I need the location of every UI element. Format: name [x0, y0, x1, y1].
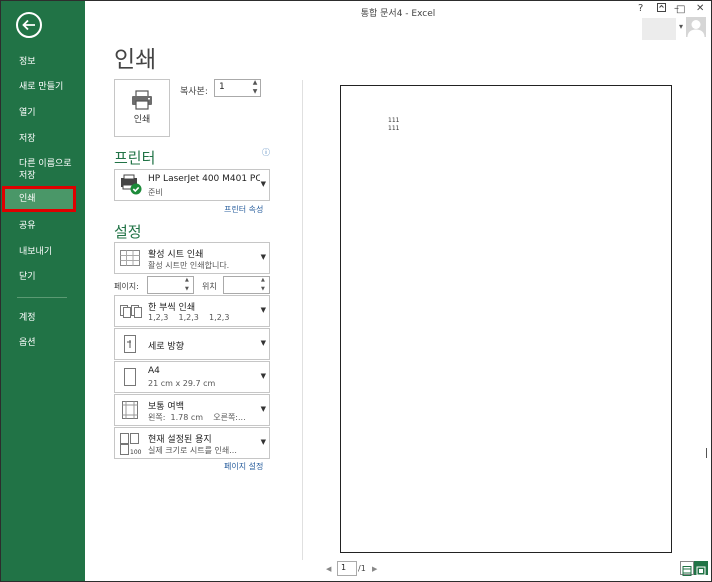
- collate-sub: 1,2,3 1,2,3 1,2,3: [148, 313, 230, 322]
- nav-close[interactable]: 닫기: [1, 271, 85, 283]
- paper-size-dropdown[interactable]: A4 21 cm x 29.7 cm ▼: [114, 361, 270, 393]
- margins-title: 보통 여백: [148, 402, 184, 412]
- paper-size-title: A4: [148, 366, 160, 376]
- print-preview-page: 111 111: [340, 85, 672, 553]
- preview-cell-text: 111: [388, 125, 400, 132]
- title-bar: 통합 문서4 - Excel: [85, 1, 711, 23]
- printer-icon: [132, 90, 152, 110]
- nav-share[interactable]: 공유: [1, 220, 85, 232]
- pages-from-up-icon[interactable]: ▲: [185, 277, 189, 283]
- ribbon-display-button[interactable]: [657, 3, 666, 15]
- pages-to-down-icon[interactable]: ▼: [261, 286, 265, 292]
- paper-size-sub: 21 cm x 29.7 cm: [148, 379, 216, 388]
- collate-title: 한 부씩 인쇄: [148, 303, 196, 313]
- back-button[interactable]: [16, 12, 42, 38]
- print-scope-title: 활성 시트 인쇄: [148, 250, 204, 260]
- printer-status: 준비: [148, 188, 163, 197]
- nav-save-as[interactable]: 다른 이름으로 저장: [1, 158, 85, 182]
- chevron-down-icon: ▼: [260, 339, 266, 347]
- printer-dropdown[interactable]: HP LaserJet 400 M401 PC... 준비 ▼: [114, 169, 270, 201]
- chevron-down-icon: ▼: [260, 438, 266, 446]
- margins-icon: [119, 399, 141, 425]
- previous-page-icon[interactable]: ◀: [326, 565, 331, 573]
- nav-info[interactable]: 정보: [1, 56, 85, 68]
- user-avatar-icon: [687, 20, 705, 37]
- margins-dropdown[interactable]: 보통 여백 왼쪽: 1.78 cm 오른쪽:... ▼: [114, 394, 270, 426]
- copies-down-icon[interactable]: ▼: [250, 88, 260, 95]
- print-scope-sub: 활성 시트만 인쇄합니다.: [148, 261, 230, 270]
- nav-account[interactable]: 계정: [1, 312, 85, 324]
- print-scope-dropdown[interactable]: 활성 시트 인쇄 활성 시트만 인쇄합니다. ▼: [114, 242, 270, 274]
- window-title: 통합 문서4 - Excel: [360, 9, 436, 19]
- scaling-sub: 실제 크기로 시트를 인쇄...: [148, 446, 237, 455]
- chevron-down-icon: ▼: [260, 253, 266, 261]
- account-caret-icon[interactable]: ▾: [679, 22, 683, 31]
- ribbon-display-icon: [657, 3, 666, 12]
- close-button[interactable]: ✕: [696, 3, 704, 14]
- copies-up-icon[interactable]: ▲: [250, 79, 260, 86]
- orientation-dropdown[interactable]: 세로 방향 ▼: [114, 328, 270, 360]
- collate-icon: [119, 300, 143, 326]
- margins-sub: 왼쪽: 1.78 cm 오른쪽:...: [148, 413, 246, 422]
- pane-divider: [302, 80, 303, 560]
- portrait-orientation-icon: [119, 333, 141, 359]
- next-page-icon[interactable]: ▶: [372, 565, 377, 573]
- account-name[interactable]: [642, 18, 676, 40]
- maximize-button[interactable]: □: [676, 4, 685, 15]
- nav-new[interactable]: 새로 만들기: [1, 81, 85, 93]
- nav-export[interactable]: 내보내기: [1, 246, 85, 258]
- help-button[interactable]: ?: [638, 3, 643, 14]
- zoom-to-page-button[interactable]: [694, 561, 708, 576]
- pages-label: 페이지:: [114, 282, 139, 291]
- sheet-grid-icon: [119, 247, 141, 273]
- pages-to-up-icon[interactable]: ▲: [261, 277, 265, 283]
- info-icon[interactable]: ⓘ: [262, 147, 270, 158]
- chevron-down-icon: ▼: [260, 405, 266, 413]
- pane-resize-handle[interactable]: [706, 448, 709, 458]
- copies-label: 복사본:: [180, 87, 208, 97]
- show-margins-button[interactable]: [680, 561, 694, 576]
- pages-to-label: 위치: [202, 282, 217, 291]
- pages-from-down-icon[interactable]: ▼: [185, 286, 189, 292]
- nav-open[interactable]: 열기: [1, 107, 85, 119]
- svg-text:100: 100: [130, 449, 142, 456]
- scaling-icon: 100: [119, 432, 143, 460]
- nav-options[interactable]: 옵션: [1, 337, 85, 349]
- scaling-title: 현재 설정된 용지: [148, 435, 212, 445]
- avatar[interactable]: [686, 17, 706, 37]
- printer-ready-icon: [119, 174, 143, 200]
- nav-print[interactable]: 인쇄: [2, 186, 76, 212]
- total-pages: /1: [358, 564, 366, 573]
- nav-separator: [17, 297, 67, 298]
- printer-name: HP LaserJet 400 M401 PC...: [148, 174, 260, 184]
- nav-save[interactable]: 저장: [1, 133, 85, 145]
- chevron-down-icon: ▼: [260, 306, 266, 314]
- print-button[interactable]: 인쇄: [114, 79, 170, 137]
- settings-heading: 설정: [114, 223, 142, 241]
- printer-heading: 프린터: [114, 149, 156, 167]
- collate-dropdown[interactable]: 한 부씩 인쇄 1,2,3 1,2,3 1,2,3 ▼: [114, 295, 270, 327]
- zoom-to-page-icon: [696, 566, 706, 576]
- print-button-label: 인쇄: [133, 115, 151, 125]
- printer-properties-link[interactable]: 프린터 속성: [224, 204, 263, 215]
- show-margins-icon: [682, 566, 692, 576]
- page-title: 인쇄: [114, 47, 157, 73]
- backstage-sidebar: 정보 새로 만들기 열기 저장 다른 이름으로 저장 인쇄 공유 내보내기 닫기…: [1, 1, 85, 581]
- chevron-down-icon: ▼: [260, 180, 266, 188]
- orientation-title: 세로 방향: [148, 342, 184, 352]
- current-page-input[interactable]: 1: [337, 561, 357, 576]
- back-arrow-icon: [22, 19, 35, 31]
- page-setup-link[interactable]: 페이지 설정: [224, 461, 263, 472]
- scaling-dropdown[interactable]: 100 현재 설정된 용지 실제 크기로 시트를 인쇄... ▼: [114, 427, 270, 459]
- paper-size-icon: [119, 366, 141, 392]
- chevron-down-icon: ▼: [260, 372, 266, 380]
- preview-cell-text: 111: [388, 117, 400, 124]
